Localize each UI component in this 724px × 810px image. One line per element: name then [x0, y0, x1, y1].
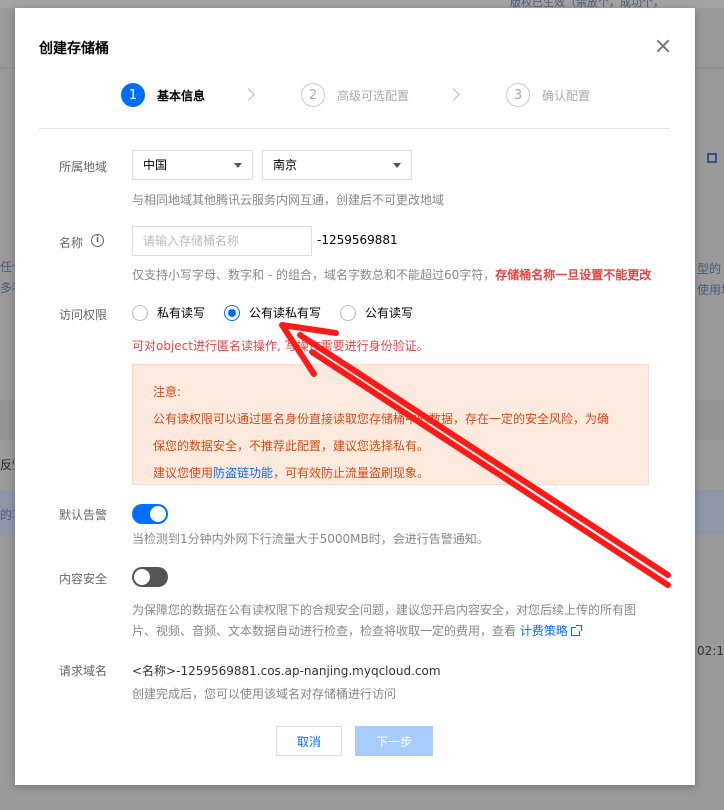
region-label: 所属地域: [59, 160, 108, 174]
notice-line: 建议您使用防盗链功能，可有效防止流量盗刷现象。: [153, 460, 628, 487]
bg-left-snippet: 多种: [0, 281, 14, 295]
bucket-name-input[interactable]: [132, 226, 312, 256]
radio-label: 私有读写: [157, 306, 206, 320]
step-advanced-config: 2 高级可选配置: [301, 83, 409, 107]
external-link-icon: [707, 153, 717, 163]
info-icon[interactable]: i: [91, 234, 104, 247]
bg-top-notice: 版权已生效（禁放个，成功个，: [510, 0, 664, 8]
notice-title: 注意:: [153, 385, 182, 399]
bucket-name-suffix: -1259569881: [317, 233, 398, 247]
step-label: 高级可选配置: [337, 88, 410, 103]
warning-notice: 注意: 公有读权限可以通过匿名身份直接读取您存储桶中的数据，存在一定的安全风险，…: [132, 364, 649, 485]
domain-help: 创建完成后，您可以使用该域名对存储桶进行访问: [132, 687, 397, 701]
close-icon[interactable]: [655, 38, 671, 54]
radio-circle: [340, 304, 356, 321]
chevron-right-icon: [447, 88, 460, 101]
radio-public-read-private-write[interactable]: 公有读私有写: [224, 304, 321, 321]
alarm-help: 当检测到1分钟内外网下行流量大于5000MB时，会进行告警通知。: [132, 532, 489, 546]
step-label: 基本信息: [157, 88, 206, 103]
toggle-knob: [134, 569, 150, 585]
create-bucket-dialog: 创建存储桶 1 基本信息 2 高级可选配置 3 确认配置 所属地域 中国 南京 …: [15, 8, 695, 785]
step-number: 2: [301, 83, 325, 107]
notice-text: ，可有效防止流量盗刷现象。: [273, 466, 430, 480]
notice-text: 建议您使用: [153, 466, 214, 480]
region-area-select[interactable]: 中国: [132, 150, 253, 180]
step-label: 确认配置: [542, 88, 591, 103]
bg-left-snippet: 反馈: [0, 458, 14, 472]
billing-policy-link[interactable]: 计费策略: [520, 624, 568, 638]
access-note: 可对object进行匿名读操作, 写操作需要进行身份验证。: [132, 339, 429, 353]
region-help: 与相同地域其他腾讯云服务内网互通，创建后不可更改地域: [132, 193, 445, 207]
content-security-toggle[interactable]: [132, 567, 168, 587]
content-security-label: 内容安全: [59, 572, 108, 586]
bg-left-snippet: 任何: [0, 260, 14, 274]
content-security-help: 为保障您的数据在公有读权限下的合规安全问题，建议您开启内容安全，对您后续上传的所…: [132, 603, 637, 617]
step-number: 1: [121, 83, 145, 107]
name-label: 名称: [59, 236, 84, 250]
radio-circle: [224, 304, 240, 321]
alarm-label: 默认告警: [59, 508, 108, 522]
radio-circle: [132, 304, 148, 321]
radio-public-rw[interactable]: 公有读写: [340, 304, 413, 321]
toggle-knob: [150, 506, 166, 522]
name-help: 仅支持小写字母、数字和 - 的组合，域名字数总和不能超过60字符，: [132, 268, 496, 282]
radio-label: 公有读写: [365, 306, 414, 320]
dialog-title: 创建存储桶: [39, 41, 109, 57]
region-city-select[interactable]: 南京: [262, 150, 412, 180]
chevron-right-icon: [242, 88, 255, 101]
bg-right-snippet: 型的: [697, 262, 722, 276]
bg-time-fragment: 02:19: [697, 644, 724, 658]
region-area-value: 中国: [143, 158, 168, 172]
cancel-button[interactable]: 取消: [276, 726, 342, 756]
hotlink-protection-link[interactable]: 防盗链功能: [213, 466, 273, 480]
notice-line: 保您的数据安全，不推荐此配置，建议您选择私有。: [153, 439, 430, 453]
step-basic-info: 1 基本信息: [121, 83, 205, 107]
notice-line: 公有读权限可以通过匿名身份直接读取您存储桶中的数据，存在一定的安全风险，为确: [153, 412, 610, 426]
bg-left-snippet: 的功: [0, 508, 14, 522]
step-confirm-config: 3 确认配置: [506, 83, 590, 107]
region-city-value: 南京: [273, 158, 298, 172]
caret-down-icon: [234, 163, 242, 168]
step-number: 3: [506, 83, 530, 107]
content-security-help: 片、视频、音频、文本数据自动进行检查，检查将收取一定的费用，查看: [132, 624, 517, 638]
name-warning: 存储桶名称一旦设置不能更改: [495, 268, 652, 282]
bg-right-snippet: 使用场: [697, 283, 724, 297]
alarm-toggle[interactable]: [132, 504, 168, 524]
access-label: 访问权限: [59, 308, 108, 322]
domain-label: 请求域名: [59, 664, 108, 678]
next-step-button[interactable]: 下一步: [355, 726, 433, 756]
external-link-icon: [570, 625, 582, 636]
caret-down-icon: [393, 163, 401, 168]
steps-divider: [39, 128, 670, 129]
radio-private-rw[interactable]: 私有读写: [132, 304, 205, 321]
radio-label: 公有读私有写: [249, 306, 322, 320]
domain-value: <名称>-1259569881.cos.ap-nanjing.myqcloud.…: [132, 664, 441, 678]
